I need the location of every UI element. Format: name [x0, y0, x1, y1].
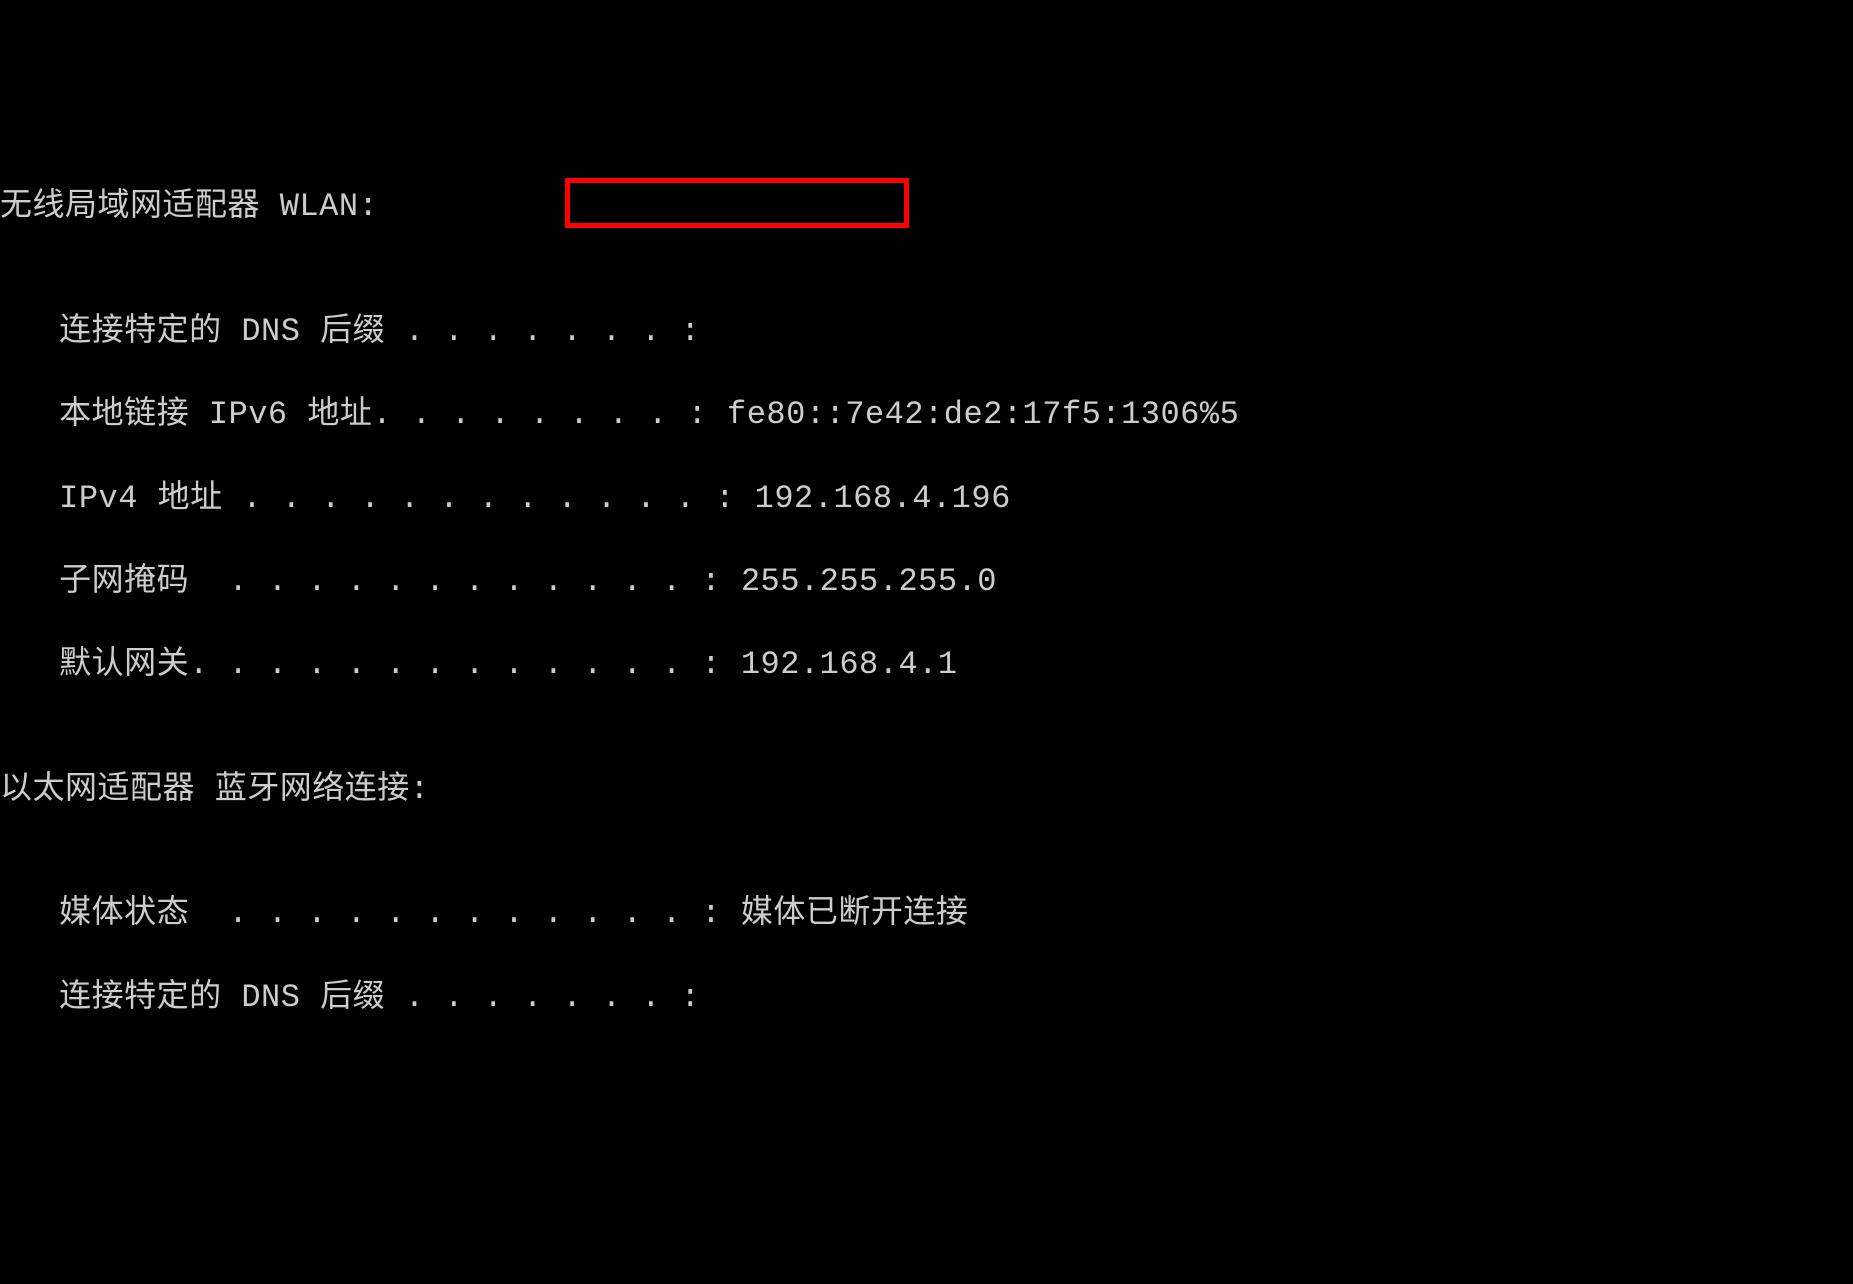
dns-suffix-label: 连接特定的 DNS 后缀 . . . . . . . : — [0, 311, 700, 353]
ipv4-value: 192.168.4.196 — [755, 478, 1011, 520]
ipv6-value: fe80::7e42:de2:17f5:1306%5 — [727, 394, 1239, 436]
media-state-row: 媒体状态 . . . . . . . . . . . . : 媒体已断开连接 — [0, 893, 1853, 935]
dns-suffix-row-2: 连接特定的 DNS 后缀 . . . . . . . : — [0, 977, 1853, 1019]
media-state-value: 媒体已断开连接 — [741, 893, 969, 935]
dns-suffix-label-2: 连接特定的 DNS 后缀 . . . . . . . : — [0, 977, 700, 1019]
gateway-row: 默认网关. . . . . . . . . . . . . : 192.168.… — [0, 644, 1853, 686]
subnet-row: 子网掩码 . . . . . . . . . . . . : 255.255.2… — [0, 561, 1853, 603]
dns-suffix-row: 连接特定的 DNS 后缀 . . . . . . . : — [0, 311, 1853, 353]
subnet-label: 子网掩码 . . . . . . . . . . . . : — [0, 561, 741, 603]
ipv4-label: IPv4 地址 . . . . . . . . . . . . : — [0, 478, 755, 520]
ipv6-row: 本地链接 IPv6 地址. . . . . . . . : fe80::7e42… — [0, 394, 1853, 436]
media-state-label: 媒体状态 . . . . . . . . . . . . : — [0, 893, 741, 935]
adapter-bluetooth-header: 以太网适配器 蓝牙网络连接: — [0, 769, 1853, 811]
ipv4-row: IPv4 地址 . . . . . . . . . . . . : 192.16… — [0, 478, 1853, 520]
adapter-header-text: 以太网适配器 蓝牙网络连接: — [0, 769, 429, 811]
adapter-header-text: 无线局域网适配器 WLAN: — [0, 186, 378, 228]
gateway-value: 192.168.4.1 — [741, 644, 958, 686]
adapter-wlan-header: 无线局域网适配器 WLAN: — [0, 186, 1853, 228]
gateway-label: 默认网关. . . . . . . . . . . . . : — [0, 644, 741, 686]
subnet-value: 255.255.255.0 — [741, 561, 997, 603]
ipv6-label: 本地链接 IPv6 地址. . . . . . . . : — [0, 394, 727, 436]
